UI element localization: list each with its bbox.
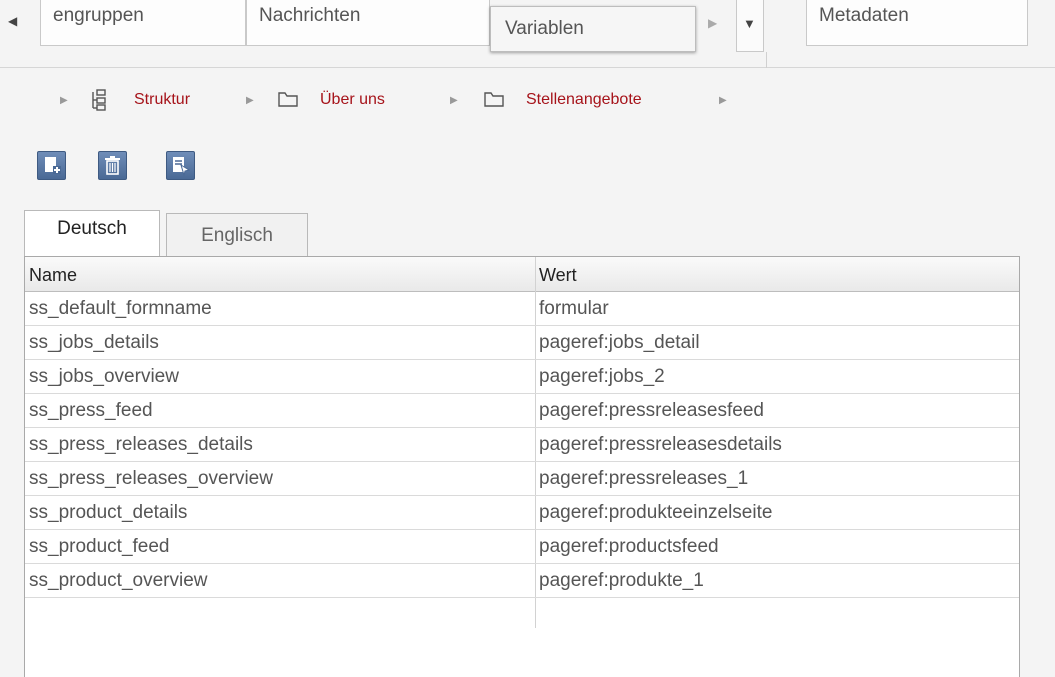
cell-value: pageref:produkte_1 xyxy=(539,570,704,591)
table-row[interactable]: ss_press_releases_overview pageref:press… xyxy=(25,462,1019,496)
tab-metadaten[interactable]: Metadaten xyxy=(806,0,1028,46)
add-document-icon xyxy=(45,157,61,174)
cell-value: pageref:jobs_detail xyxy=(539,332,700,353)
triangle-right-icon: ▶ xyxy=(708,16,718,30)
table-header: Name Wert xyxy=(25,257,1019,292)
tab-nachrichten[interactable]: Nachrichten xyxy=(246,0,490,46)
table-row[interactable]: ss_default_formname formular xyxy=(25,292,1019,326)
tab-separator xyxy=(766,52,767,68)
tab-scroll-left-button[interactable]: ◀ xyxy=(8,8,24,34)
add-variable-button[interactable] xyxy=(37,151,66,180)
tab-label: Deutsch xyxy=(57,218,127,239)
chevron-down-icon: ▼ xyxy=(743,16,756,31)
tab-scroll-right-button[interactable]: ▶ xyxy=(700,8,730,42)
cell-value: pageref:productsfeed xyxy=(539,536,719,557)
table-row[interactable]: ss_press_releases_details pageref:pressr… xyxy=(25,428,1019,462)
structure-icon xyxy=(92,89,106,111)
table-row[interactable]: ss_product_details pageref:produkteeinze… xyxy=(25,496,1019,530)
cell-name: ss_jobs_overview xyxy=(29,366,179,387)
cell-value: pageref:pressreleasesdetails xyxy=(539,434,782,455)
tab-deutsch[interactable]: Deutsch xyxy=(24,210,160,257)
breadcrumb-link-struktur[interactable]: Struktur xyxy=(134,91,190,109)
tab-overflow-dropdown[interactable]: ▼ xyxy=(736,0,764,52)
table-row[interactable]: ss_product_overview pageref:produkte_1 xyxy=(25,564,1019,598)
tab-gruppen[interactable]: engruppen xyxy=(40,0,246,46)
cell-name: ss_default_formname xyxy=(29,298,212,319)
cell-name: ss_press_releases_details xyxy=(29,434,253,455)
table-row[interactable]: ss_press_feed pageref:pressreleasesfeed xyxy=(25,394,1019,428)
cell-name: ss_product_details xyxy=(29,502,188,523)
table-row[interactable]: ss_jobs_overview pageref:jobs_2 xyxy=(25,360,1019,394)
breadcrumb-arrow-icon: ▶ xyxy=(60,95,68,106)
cell-value: pageref:pressreleases_1 xyxy=(539,468,749,489)
tab-label: Metadaten xyxy=(819,5,909,26)
cell-name: ss_product_feed xyxy=(29,536,170,557)
edit-document-icon xyxy=(173,157,191,177)
cell-value: formular xyxy=(539,298,609,319)
breadcrumb-link-stellenangebote[interactable]: Stellenangebote xyxy=(526,91,642,109)
tab-strip-divider xyxy=(0,67,1055,68)
folder-icon xyxy=(484,92,504,107)
trash-icon xyxy=(105,156,120,175)
cell-name: ss_press_feed xyxy=(29,400,153,421)
edit-variable-button[interactable] xyxy=(166,151,195,180)
tab-label: Variablen xyxy=(505,18,584,39)
tab-label: engruppen xyxy=(53,5,144,26)
tab-label: Englisch xyxy=(201,225,273,246)
breadcrumb-arrow-icon: ▶ xyxy=(450,95,458,106)
tab-englisch[interactable]: Englisch xyxy=(166,213,308,257)
column-header-name[interactable]: Name xyxy=(29,265,77,286)
breadcrumb-arrow-icon: ▶ xyxy=(246,95,254,106)
tab-variablen[interactable]: Variablen xyxy=(490,6,696,52)
tab-label: Nachrichten xyxy=(259,5,361,26)
cell-value: pageref:produkteeinzelseite xyxy=(539,502,773,523)
column-header-wert[interactable]: Wert xyxy=(539,265,577,286)
breadcrumb-arrow-icon: ▶ xyxy=(719,95,727,106)
table-row[interactable]: ss_jobs_details pageref:jobs_detail xyxy=(25,326,1019,360)
cell-name: ss_jobs_details xyxy=(29,332,159,353)
cell-name: ss_press_releases_overview xyxy=(29,468,273,489)
cell-value: pageref:jobs_2 xyxy=(539,366,665,387)
breadcrumb-link-ueber-uns[interactable]: Über uns xyxy=(320,91,385,109)
triangle-left-icon: ◀ xyxy=(8,14,18,28)
variables-table: Name Wert ss_default_formname formular s… xyxy=(24,256,1020,677)
cell-name: ss_product_overview xyxy=(29,570,208,591)
table-row[interactable]: ss_product_feed pageref:productsfeed xyxy=(25,530,1019,564)
delete-variable-button[interactable] xyxy=(98,151,127,180)
folder-icon xyxy=(278,92,298,107)
cell-value: pageref:pressreleasesfeed xyxy=(539,400,764,421)
